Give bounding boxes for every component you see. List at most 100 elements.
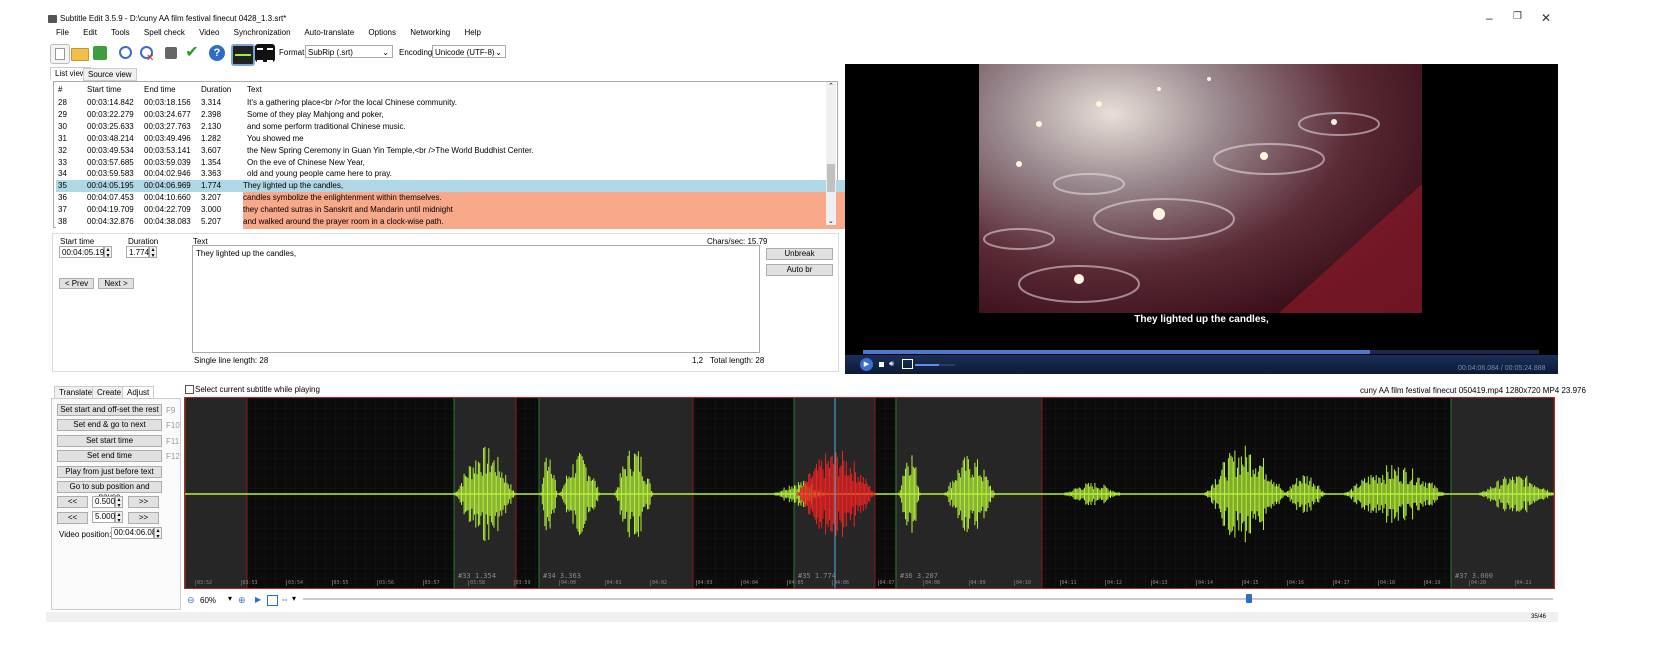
columns-icon[interactable] (267, 595, 278, 606)
total-length: Total length: 28 (710, 356, 765, 365)
find-icon[interactable] (116, 44, 134, 62)
step-small-field[interactable]: 0.500 (92, 496, 115, 508)
menu-spell-check[interactable]: Spell check (144, 28, 185, 37)
set-start-time-button[interactable]: Set start time (57, 435, 162, 447)
forward-small-button[interactable]: >> (128, 496, 159, 508)
waveform-position-slider[interactable] (303, 594, 1553, 603)
step-small-stepper[interactable]: ▴ ▾ (115, 496, 123, 509)
cell-num: 38 (58, 217, 67, 226)
menu-tools[interactable]: Tools (111, 28, 130, 37)
cell-end: 00:04:06.969 (144, 181, 191, 191)
table-row[interactable]: 36 00:04:07.453 00:04:10.660 3.207 candles s… (56, 192, 872, 205)
step-large-field[interactable]: 5.000 (92, 511, 115, 523)
col-header-duration[interactable]: Duration (201, 85, 231, 94)
next-button[interactable]: Next > (98, 278, 134, 289)
replace-icon[interactable]: ✕ (137, 44, 155, 64)
chevron-down-icon[interactable]: ▾ (228, 594, 232, 603)
set-start-offset-button[interactable]: Set start and off-set the rest (57, 404, 162, 416)
table-row[interactable]: 30 00:03:25.633 00:03:27.763 2.130 and some … (56, 121, 872, 134)
menu-networking[interactable]: Networking (410, 28, 450, 37)
cell-end: 00:03:27.763 (144, 121, 191, 131)
arrows-icon[interactable]: ⇔ (280, 594, 289, 604)
duration-field[interactable]: 1.774 (126, 246, 149, 258)
table-row[interactable]: 37 00:04:19.709 00:04:22.709 3.000 they chan… (56, 204, 872, 217)
menu-options[interactable]: Options (368, 28, 396, 37)
cell-end: 00:03:53.141 (144, 145, 191, 155)
menu-auto-translate[interactable]: Auto-translate (304, 28, 354, 37)
subtitle-region[interactable] (896, 398, 1042, 588)
col-header-number[interactable]: # (58, 85, 62, 94)
table-row[interactable]: 29 00:03:22.279 00:03:24.677 2.398 Some of t… (56, 109, 872, 122)
set-end-next-button[interactable]: Set end & go to next (57, 419, 162, 431)
menu-synchronization[interactable]: Synchronization (234, 28, 291, 37)
table-row[interactable]: 28 00:03:14.842 00:03:18.156 3.314 It's a ga… (56, 97, 872, 110)
start-time-field[interactable]: 00:04:05.195 (59, 246, 109, 258)
col-header-end[interactable]: End time (144, 85, 176, 94)
waveform-toggle-icon[interactable] (231, 44, 255, 66)
visual-sync-icon[interactable] (162, 44, 180, 62)
close-button[interactable]: ✕ (1541, 11, 1551, 25)
restore-button[interactable]: ❐ (1513, 11, 1522, 22)
set-end-time-button[interactable]: Set end time (57, 450, 162, 462)
play-icon[interactable]: ▶ (860, 358, 873, 371)
new-file-icon[interactable] (50, 44, 70, 64)
unbreak-button[interactable]: Unbreak (766, 248, 833, 260)
prev-button[interactable]: < Prev (59, 278, 94, 289)
select-current-checkbox[interactable] (185, 385, 194, 394)
zoom-out-icon[interactable]: ⊖ (187, 595, 195, 606)
volume-icon[interactable]: 🔊︎ (889, 359, 894, 369)
save-icon[interactable] (91, 44, 109, 62)
back-large-button[interactable]: << (57, 512, 88, 524)
scroll-thumb[interactable] (827, 164, 835, 192)
zoom-value[interactable]: 60% (200, 596, 216, 605)
video-toggle-icon[interactable] (255, 44, 275, 62)
video-position-stepper[interactable]: ▴ ▾ (154, 527, 162, 540)
candle-glasses-image (983, 77, 1422, 313)
menu-edit[interactable]: Edit (83, 28, 97, 37)
subtitle-region[interactable] (185, 398, 247, 588)
video-position-field[interactable]: 00:04:06.084 (111, 527, 161, 539)
menu-file[interactable]: File (56, 28, 69, 37)
menu-help[interactable]: Help (464, 28, 480, 37)
forward-large-button[interactable]: >> (128, 512, 159, 524)
table-row[interactable]: 33 00:03:57.685 00:03:59.039 1.354 On the ev… (56, 157, 872, 170)
slider-thumb[interactable] (1246, 594, 1252, 603)
col-header-text[interactable]: Text (247, 85, 262, 94)
tab-source-view[interactable]: Source view (83, 68, 137, 81)
list-scrollbar[interactable]: ⌃ ⌄ (826, 82, 836, 225)
scroll-up-icon[interactable]: ⌃ (828, 82, 834, 90)
col-header-start[interactable]: Start time (87, 85, 121, 94)
open-folder-icon[interactable] (70, 44, 89, 62)
chevron-down-icon[interactable]: ▾ (292, 594, 296, 603)
play-before-text-button[interactable]: Play from just before text (57, 466, 162, 478)
play-small-icon[interactable]: ▶ (255, 595, 261, 604)
scroll-down-icon[interactable]: ⌄ (828, 217, 834, 225)
waveform-canvas (185, 398, 1554, 588)
table-row[interactable]: 38 00:04:32.876 00:04:38.083 5.207 and walke… (56, 216, 872, 229)
subtitle-text-area[interactable]: They lighted up the candles, (192, 245, 760, 353)
minimize-button[interactable]: – (1486, 11, 1493, 25)
help-icon[interactable]: ? (208, 44, 226, 62)
step-large-stepper[interactable]: ▴ ▾ (115, 511, 123, 524)
waveform[interactable]: #33 1.354 #34 3.363 #35 1.774 #36 3.207 #37 … (184, 397, 1555, 589)
back-small-button[interactable]: << (57, 496, 88, 508)
table-row[interactable]: 31 00:03:48.214 00:03:49.496 1.282 You showe… (56, 133, 872, 146)
stop-icon[interactable] (879, 362, 884, 367)
go-to-sub-pause-button[interactable]: Go to sub position and pause (57, 481, 162, 501)
format-select[interactable]: SubRip (.srt) ⌄ (305, 45, 393, 58)
start-time-stepper[interactable]: ▴ ▾ (104, 246, 112, 259)
menu-video[interactable]: Video (199, 28, 219, 37)
video-progress-bar[interactable] (863, 350, 1539, 354)
zoom-in-icon[interactable]: ⊕ (238, 595, 246, 606)
volume-slider[interactable] (915, 364, 955, 366)
spell-check-icon[interactable]: ✔ (183, 44, 201, 62)
fullscreen-icon[interactable] (902, 359, 913, 369)
encoding-select[interactable]: Unicode (UTF-8) ⌄ (432, 45, 506, 58)
auto-br-button[interactable]: Auto br (766, 264, 833, 276)
duration-stepper[interactable]: ▴ ▾ (149, 246, 157, 259)
table-row[interactable]: 35 00:04:05.195 00:04:06.969 1.774 They ligh… (56, 180, 872, 193)
cell-start: 00:03:48.214 (87, 133, 134, 143)
table-row[interactable]: 34 00:03:59.583 00:04:02.946 3.363 old and y… (56, 168, 872, 181)
table-row[interactable]: 32 00:03:49.534 00:03:53.141 3.607 the New S… (56, 145, 872, 158)
cell-start: 00:03:49.534 (87, 145, 134, 155)
